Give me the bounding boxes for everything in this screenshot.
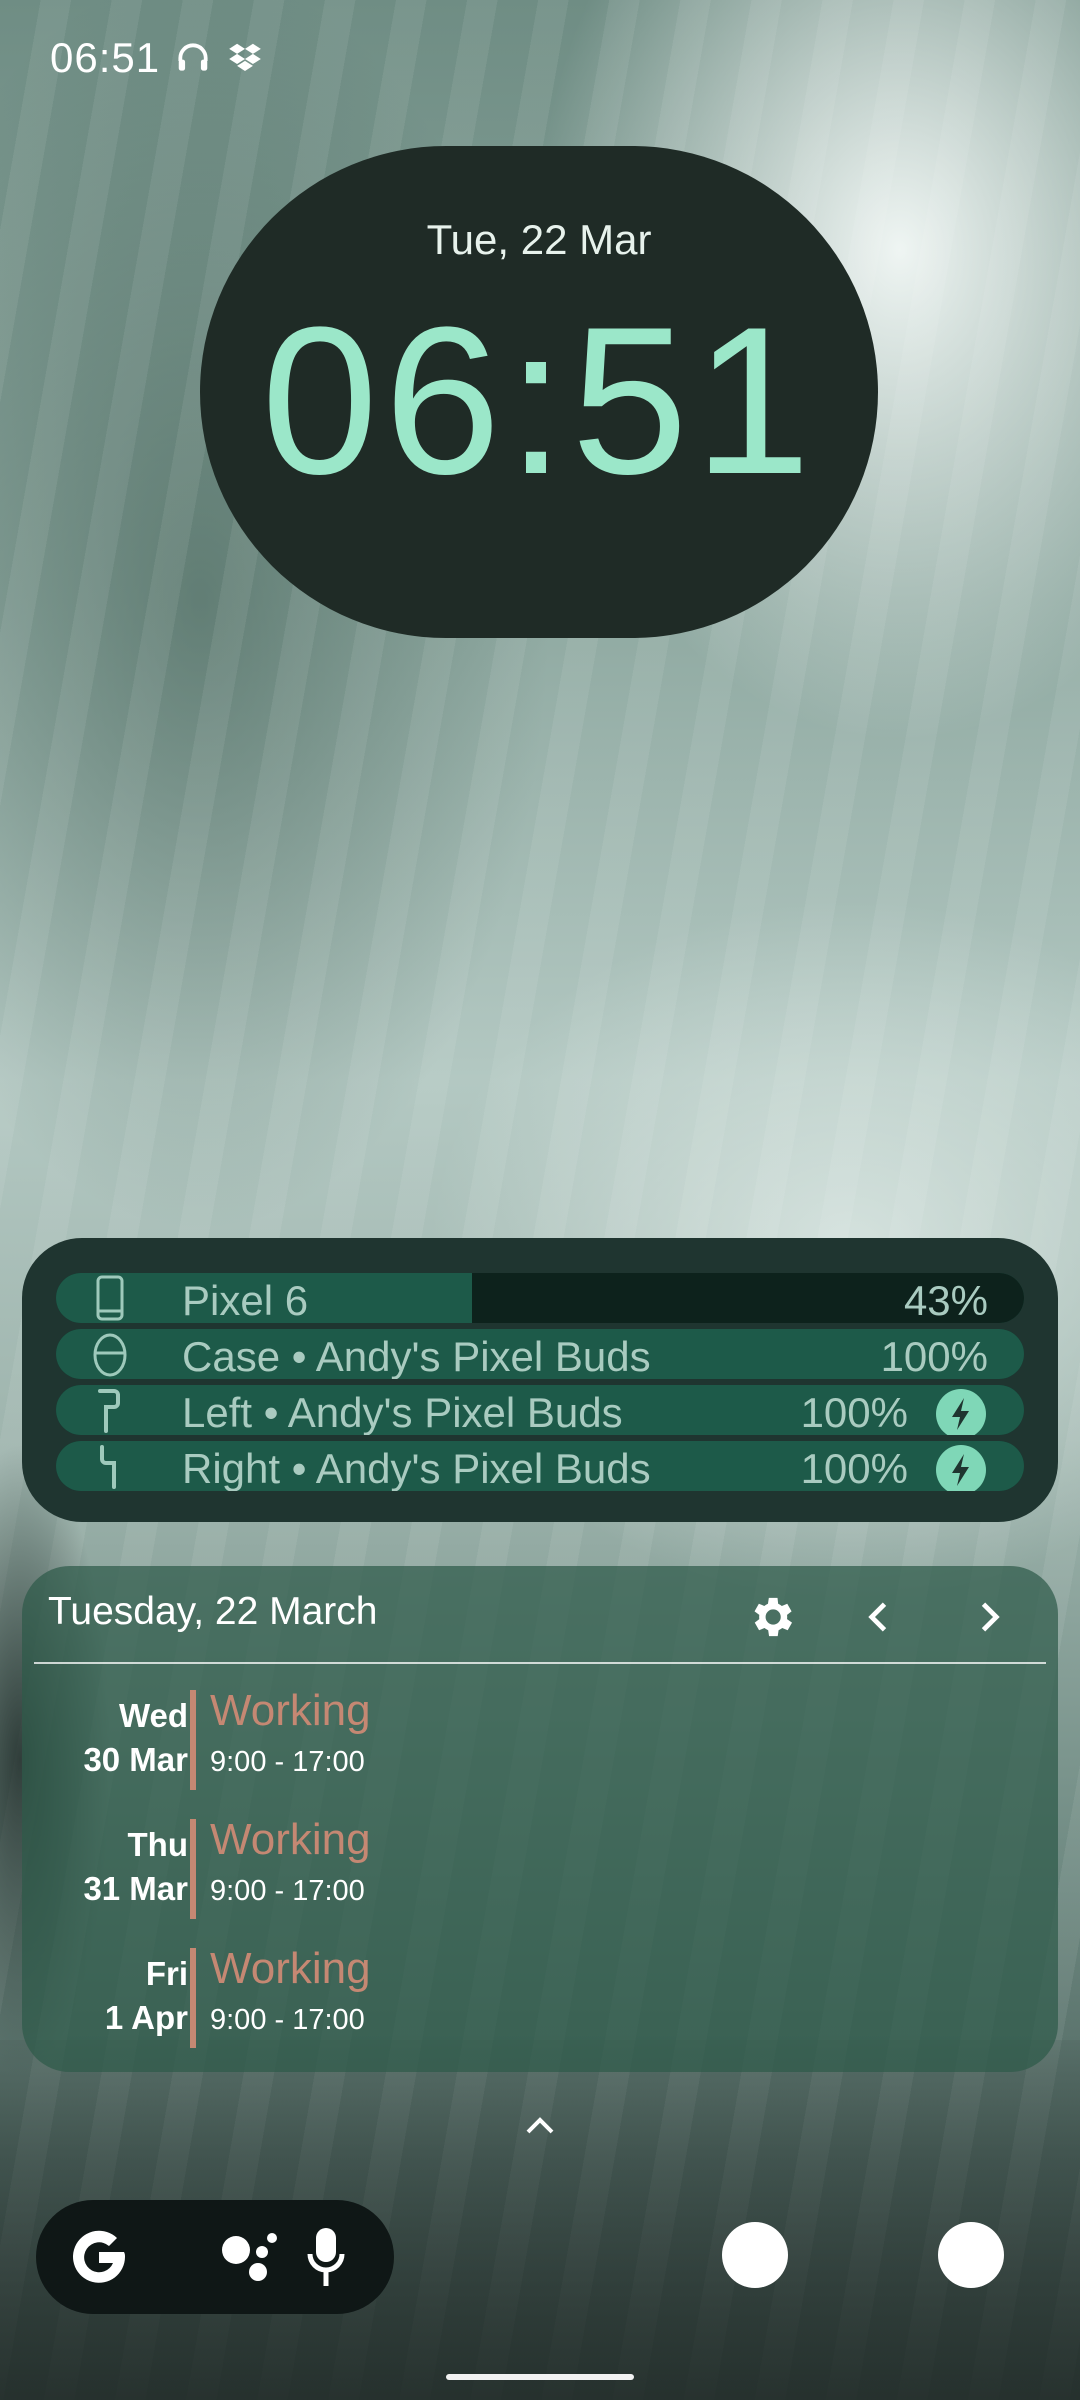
device-percent: 100% — [880, 1333, 988, 1379]
charging-icon — [936, 1389, 986, 1435]
battery-row-pixel6: Pixel 6 43% — [56, 1273, 1024, 1323]
event-color-bar — [190, 1948, 196, 2048]
event-weekday: Thu — [127, 1826, 188, 1863]
event-time: 9:00 - 17:00 — [210, 2004, 365, 2036]
earbuds-case-icon — [92, 1331, 128, 1379]
event-day: Wed 30 Mar — [83, 1694, 188, 1782]
device-name: Left • Andy's Pixel Buds — [182, 1389, 623, 1435]
chevron-up-icon[interactable] — [520, 2110, 560, 2140]
device-name: Case • Andy's Pixel Buds — [182, 1333, 651, 1379]
event-weekday: Fri — [145, 1955, 188, 1992]
battery-row-case: Case • Andy's Pixel Buds 100% — [56, 1329, 1024, 1379]
calendar-event[interactable]: Wed 30 Mar Working 9:00 - 17:00 — [22, 1686, 1058, 1790]
settings-icon[interactable] — [744, 1590, 798, 1644]
calendar-event[interactable]: Thu 31 Mar Working 9:00 - 17:00 — [22, 1815, 1058, 1919]
device-percent: 100% — [800, 1389, 908, 1435]
battery-widget[interactable]: Pixel 6 43% Case • Andy's Pixel Buds 100… — [22, 1238, 1058, 1522]
event-day: Thu 31 Mar — [83, 1823, 188, 1911]
battery-row-left-bud: Left • Andy's Pixel Buds 100% — [56, 1385, 1024, 1435]
google-g-icon[interactable] — [64, 2222, 134, 2297]
event-title: Working — [210, 1686, 371, 1735]
event-title: Working — [210, 1815, 371, 1864]
calendar-divider — [34, 1662, 1046, 1664]
chevron-right-icon[interactable] — [962, 1590, 1016, 1644]
clock-date: Tue, 22 Mar — [426, 216, 652, 263]
google-search-bar[interactable] — [36, 2200, 394, 2314]
event-weekday: Wed — [118, 1697, 188, 1734]
status-time: 06:51 — [50, 34, 161, 81]
device-percent: 100% — [800, 1445, 908, 1491]
calendar-event[interactable]: Fri 1 Apr Working 9:00 - 17:00 — [22, 1944, 1058, 2048]
left-earbud-icon — [92, 1387, 128, 1435]
event-time: 9:00 - 17:00 — [210, 1746, 365, 1778]
status-bar: 06:51 — [50, 28, 264, 88]
device-percent: 43% — [903, 1277, 988, 1323]
event-day: Fri 1 Apr — [105, 1952, 188, 2040]
chevron-left-icon[interactable] — [852, 1590, 906, 1644]
charging-icon — [936, 1445, 986, 1491]
gesture-nav-handle[interactable] — [446, 2374, 634, 2380]
app-icon[interactable] — [938, 2222, 1004, 2288]
clock-time: 06:51 — [261, 283, 817, 518]
battery-row-right-bud: Right • Andy's Pixel Buds 100% — [56, 1441, 1024, 1491]
dropbox-icon — [226, 39, 264, 77]
device-name: Right • Andy's Pixel Buds — [182, 1445, 651, 1491]
headphones-icon — [174, 39, 212, 77]
phone-icon — [92, 1275, 128, 1323]
assistant-icon[interactable] — [218, 2226, 282, 2295]
event-color-bar — [190, 1690, 196, 1790]
event-date: 30 Mar — [83, 1741, 188, 1778]
microphone-icon[interactable] — [306, 2224, 346, 2295]
device-name: Pixel 6 — [182, 1277, 309, 1323]
app-icon[interactable] — [722, 2222, 788, 2288]
clock-widget[interactable]: Tue, 22 Mar 06:51 — [200, 146, 878, 638]
right-earbud-icon — [92, 1443, 128, 1491]
calendar-date-header[interactable]: Tuesday, 22 March — [48, 1590, 377, 1634]
calendar-widget[interactable]: Tuesday, 22 March Wed 30 Mar Working 9:0… — [22, 1566, 1058, 2072]
event-title: Working — [210, 1944, 371, 1993]
event-date: 31 Mar — [83, 1870, 188, 1907]
event-color-bar — [190, 1819, 196, 1919]
event-date: 1 Apr — [104, 1999, 188, 2036]
event-time: 9:00 - 17:00 — [210, 1875, 365, 1907]
